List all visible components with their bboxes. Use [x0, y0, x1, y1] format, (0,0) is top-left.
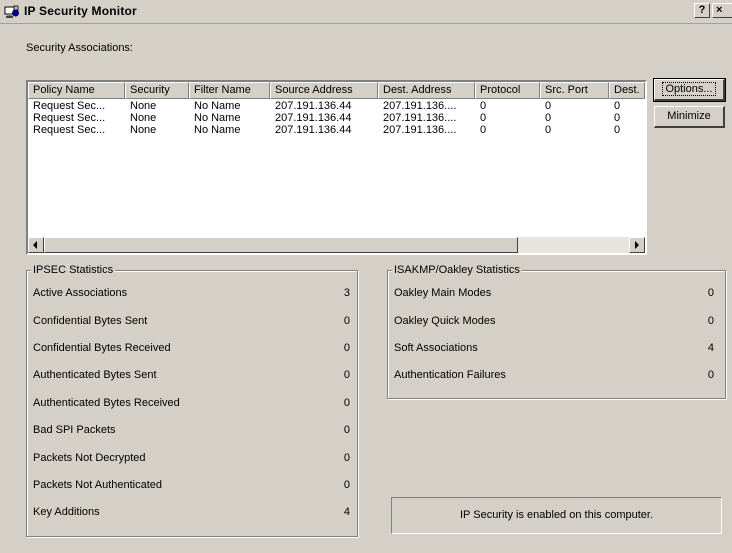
column-dest-port[interactable]: Dest.: [609, 82, 645, 99]
ip-security-monitor-icon: [4, 5, 19, 18]
stat-label: Packets Not Decrypted: [33, 452, 146, 464]
list-header: Policy Name Security Filter Name Source …: [28, 82, 645, 99]
stat-value: 0: [707, 287, 714, 299]
table-row[interactable]: Request Sec... None No Name 207.191.136.…: [28, 124, 645, 136]
cell-src-port: 0: [545, 112, 552, 124]
cell-dest-port: 0: [614, 100, 621, 112]
cell-dest-address: 207.191.136....: [383, 112, 457, 124]
arrow-right-icon: [635, 241, 639, 249]
minimize-button[interactable]: Minimize: [654, 106, 725, 128]
cell-dest-address: 207.191.136....: [383, 100, 457, 112]
status-message: IP Security is enabled on this computer.: [391, 497, 722, 534]
security-associations-label: Security Associations:: [26, 42, 133, 54]
help-button[interactable]: ?: [694, 3, 710, 18]
cell-filter-name: No Name: [194, 100, 241, 112]
column-protocol[interactable]: Protocol: [475, 82, 540, 99]
scroll-right-button[interactable]: [629, 237, 645, 253]
column-filter-name[interactable]: Filter Name: [189, 82, 270, 99]
cell-source-address: 207.191.136.44: [275, 112, 352, 124]
column-policy-name[interactable]: Policy Name: [28, 82, 125, 99]
list-body: Request Sec... None No Name 207.191.136.…: [28, 100, 645, 136]
cell-dest-port: 0: [614, 112, 621, 124]
close-icon: ×: [716, 4, 723, 16]
stat-value: 0: [343, 479, 350, 491]
isakmp-oakley-statistics-group: ISAKMP/Oakley Statistics Oakley Main Mod…: [387, 263, 726, 399]
cell-protocol: 0: [480, 124, 487, 136]
cell-protocol: 0: [480, 100, 487, 112]
options-button[interactable]: Options...: [653, 78, 726, 102]
stat-value: 4: [343, 506, 350, 518]
ip-security-monitor-window: IP Security Monitor ? × Security Associa…: [0, 0, 732, 553]
cell-security: None: [130, 124, 157, 136]
stat-label: Packets Not Authenticated: [33, 479, 163, 491]
options-button-label: Options...: [662, 82, 716, 96]
stat-value: 0: [707, 315, 714, 327]
cell-security: None: [130, 100, 157, 112]
minimize-button-label: Minimize: [667, 110, 711, 122]
cell-security: None: [130, 112, 157, 124]
stat-value: 0: [343, 369, 350, 381]
stat-value: 0: [343, 424, 350, 436]
column-dest-address[interactable]: Dest. Address: [378, 82, 475, 99]
column-src-port[interactable]: Src. Port: [540, 82, 609, 99]
stat-label: Oakley Main Modes: [394, 287, 492, 299]
stat-value: 3: [343, 287, 350, 299]
horizontal-scrollbar[interactable]: [28, 237, 645, 253]
stat-label: Authenticated Bytes Received: [33, 397, 180, 409]
table-row[interactable]: Request Sec... None No Name 207.191.136.…: [28, 100, 645, 112]
cell-dest-address: 207.191.136....: [383, 124, 457, 136]
stat-value: 4: [707, 342, 714, 354]
cell-policy-name: Request Sec...: [33, 124, 106, 136]
stat-label: Bad SPI Packets: [33, 424, 116, 436]
cell-policy-name: Request Sec...: [33, 112, 106, 124]
stat-value: 0: [343, 315, 350, 327]
cell-source-address: 207.191.136.44: [275, 124, 352, 136]
cell-dest-port: 0: [614, 124, 621, 136]
cell-protocol: 0: [480, 112, 487, 124]
column-security[interactable]: Security: [125, 82, 189, 99]
stat-value: 0: [343, 452, 350, 464]
cell-filter-name: No Name: [194, 124, 241, 136]
isakmp-statistics-title: ISAKMP/Oakley Statistics: [392, 263, 522, 277]
stat-label: Confidential Bytes Sent: [33, 315, 148, 327]
help-icon: ?: [698, 4, 706, 16]
arrow-left-icon: [33, 241, 37, 249]
stat-label: Oakley Quick Modes: [394, 315, 496, 327]
window-title: IP Security Monitor: [24, 4, 137, 18]
security-associations-list[interactable]: Policy Name Security Filter Name Source …: [26, 80, 647, 255]
cell-source-address: 207.191.136.44: [275, 100, 352, 112]
table-row[interactable]: Request Sec... None No Name 207.191.136.…: [28, 112, 645, 124]
scroll-thumb[interactable]: [44, 237, 518, 253]
stat-value: 0: [343, 342, 350, 354]
cell-policy-name: Request Sec...: [33, 100, 106, 112]
title-bar[interactable]: IP Security Monitor ? ×: [0, 0, 732, 24]
cell-src-port: 0: [545, 100, 552, 112]
ipsec-statistics-title: IPSEC Statistics: [31, 263, 116, 277]
stat-label: Active Associations: [33, 287, 128, 299]
stat-value: 0: [343, 397, 350, 409]
close-button[interactable]: ×: [712, 3, 732, 18]
stat-value: 0: [707, 369, 714, 381]
stat-label: Authentication Failures: [394, 369, 506, 381]
stat-label: Key Additions: [33, 506, 100, 518]
ipsec-statistics-group: IPSEC Statistics Active Associations 3 C…: [26, 263, 358, 537]
stat-label: Authenticated Bytes Sent: [33, 369, 157, 381]
stat-label: Soft Associations: [394, 342, 478, 354]
cell-src-port: 0: [545, 124, 552, 136]
column-source-address[interactable]: Source Address: [270, 82, 378, 99]
cell-filter-name: No Name: [194, 112, 241, 124]
scroll-left-button[interactable]: [28, 237, 44, 253]
stat-label: Confidential Bytes Received: [33, 342, 171, 354]
